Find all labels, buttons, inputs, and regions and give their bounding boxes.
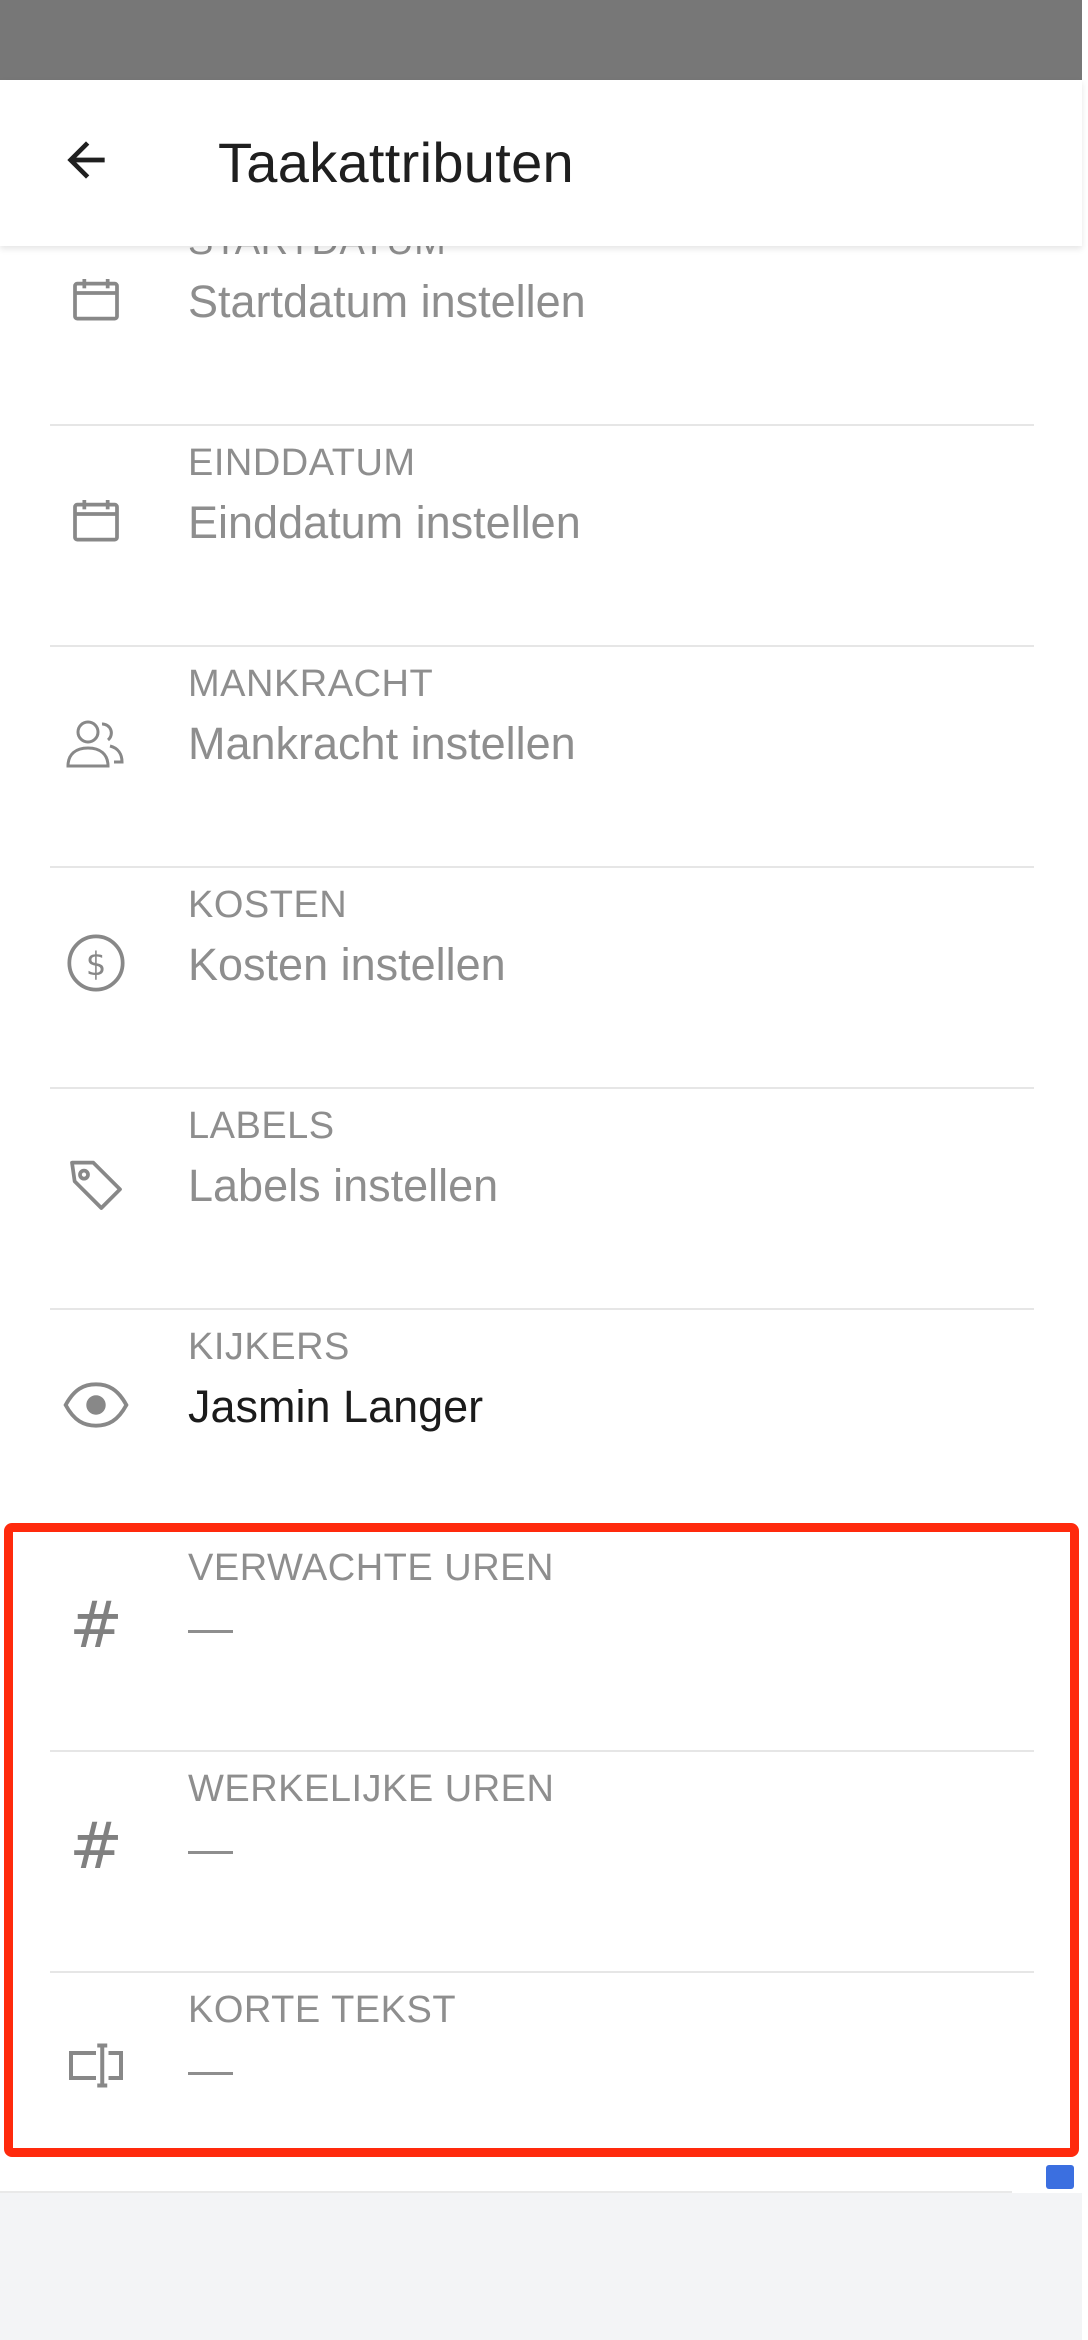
hash-icon: # [69, 1589, 123, 1663]
briefcase-icon [1046, 2165, 1074, 2189]
attribute-row-mankracht[interactable]: MANKRACHT Mankracht instellen [0, 652, 1082, 873]
tag-icon [54, 1142, 138, 1226]
divider [50, 645, 1034, 647]
attribute-label: VERWACHTE UREN [188, 1547, 554, 1589]
calendar-icon [54, 258, 138, 342]
status-bar [0, 0, 1082, 80]
attribute-row-verwachte-uren[interactable]: # VERWACHTE UREN — [0, 1536, 1082, 1757]
attribute-row-korte-tekst[interactable]: KORTE TEKST — [0, 1978, 1082, 2199]
hash-icon: # [69, 1810, 123, 1884]
arrow-back-icon [67, 141, 105, 179]
attribute-row-einddatum[interactable]: EINDDATUM Einddatum instellen [0, 431, 1082, 652]
attribute-value: Jasmin Langer [188, 1381, 484, 1432]
divider [50, 1308, 1034, 1310]
bottom-area [0, 2193, 1082, 2340]
svg-text:$: $ [86, 945, 106, 983]
attribute-label: KIJKERS [188, 1326, 350, 1368]
eye-icon [54, 1363, 138, 1447]
divider [50, 1750, 1034, 1752]
attribute-label: EINDDATUM [188, 442, 416, 484]
attribute-value: — [188, 1602, 233, 1653]
attribute-value: Kosten instellen [188, 939, 506, 990]
attribute-label: KORTE TEKST [188, 1989, 457, 2031]
divider [50, 1971, 1034, 1973]
attribute-row-werkelijke-uren[interactable]: # WERKELIJKE UREN — [0, 1757, 1082, 1978]
attribute-value: Mankracht instellen [188, 718, 576, 769]
attribute-row-kijkers[interactable]: KIJKERS Jasmin Langer [0, 1315, 1082, 1536]
calendar-icon [54, 479, 138, 563]
attribute-label: WERKELIJKE UREN [188, 1768, 555, 1810]
back-button[interactable] [50, 124, 122, 196]
divider [50, 424, 1034, 426]
attribute-label: MANKRACHT [188, 663, 434, 705]
attribute-list: STARTDATUM Startdatum instellen EINDDATU… [0, 221, 1082, 2193]
divider [50, 1087, 1034, 1089]
attribute-label: LABELS [188, 1105, 335, 1147]
attribute-row-kosten[interactable]: $ KOSTEN Kosten instellen [0, 873, 1082, 1094]
attribute-value: Labels instellen [188, 1160, 499, 1211]
attribute-value: — [188, 2044, 233, 2095]
dollar-circle-icon: $ [54, 921, 138, 1005]
attribute-value: Einddatum instellen [188, 497, 581, 548]
attribute-value: — [188, 1823, 233, 1874]
text-field-icon [54, 2026, 138, 2110]
app-bar: Taakattributen [0, 80, 1082, 246]
page-title: Taakattributen [218, 131, 574, 194]
people-icon [54, 700, 138, 784]
attribute-row-labels[interactable]: LABELS Labels instellen [0, 1094, 1082, 1315]
attribute-label: KOSTEN [188, 884, 348, 926]
divider [50, 866, 1034, 868]
attribute-value: Startdatum instellen [188, 276, 586, 327]
